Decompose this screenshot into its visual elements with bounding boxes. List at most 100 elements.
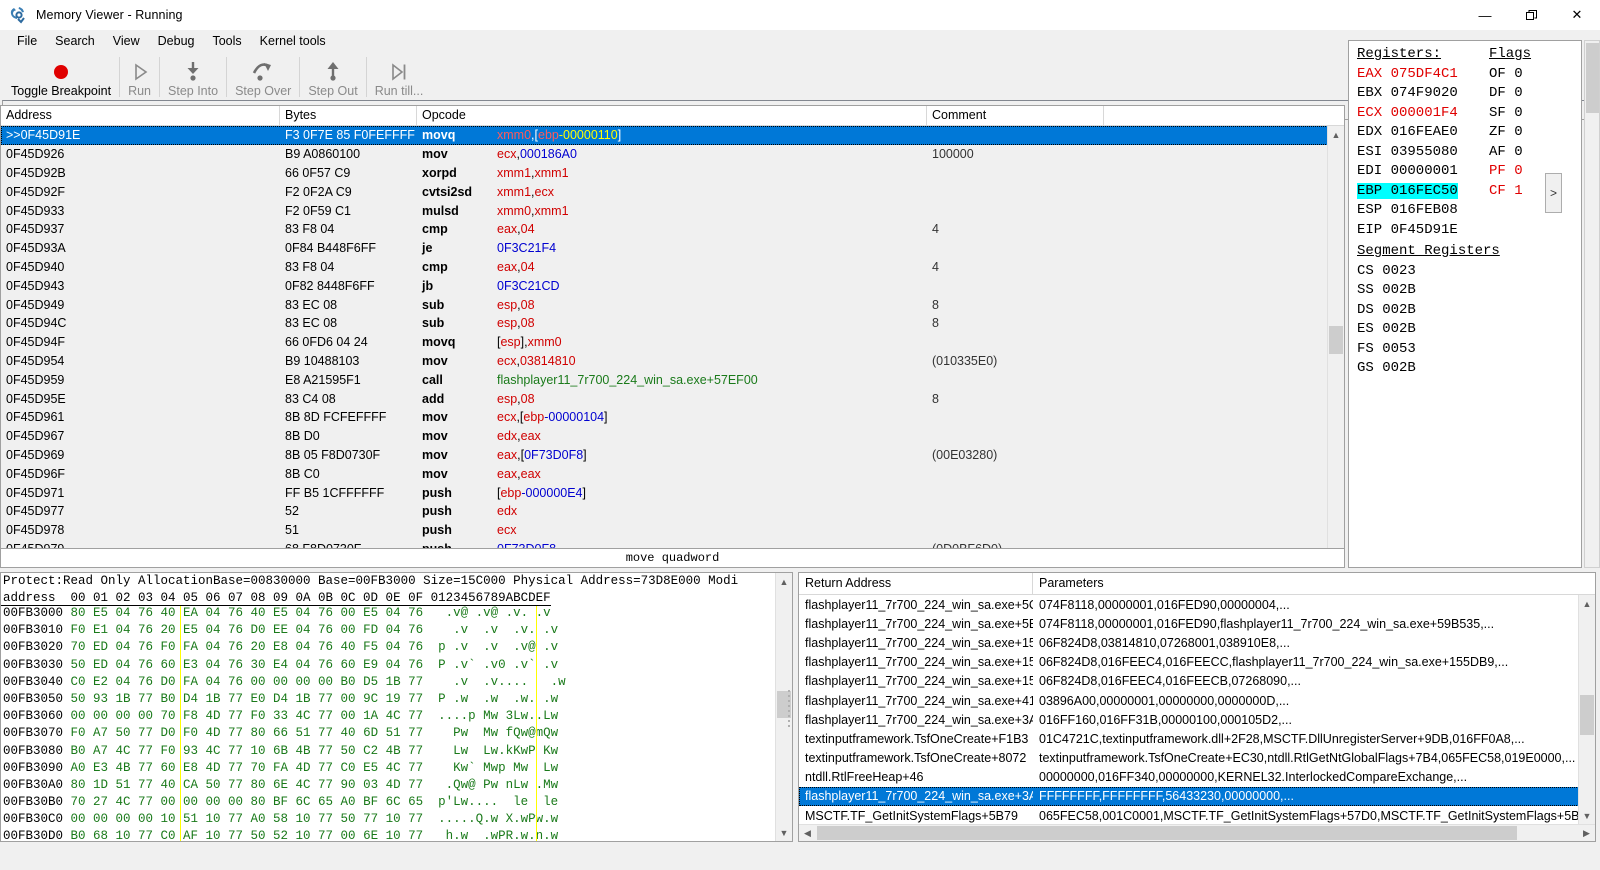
- column-header-bytes[interactable]: Bytes: [280, 106, 417, 125]
- column-header-return-address[interactable]: Return Address: [799, 573, 1033, 594]
- hexdump-row[interactable]: 00FB3020 70 ED 04 76 F0 FA 04 76 20 E8 0…: [3, 640, 792, 657]
- hexdump-row[interactable]: 00FB3080 B0 A7 4C 77 F0 93 4C 77 10 6B 4…: [3, 744, 792, 761]
- disassembly-row[interactable]: 0F45D9618B 8D FCFEFFFFmovecx,[ebp-000001…: [1, 408, 1344, 427]
- hexdump-row[interactable]: 00FB30A0 80 1D 51 77 40 CA 50 77 80 6E 4…: [3, 778, 792, 795]
- register-entry[interactable]: EBX 074F9020: [1357, 84, 1489, 104]
- segment-register-line[interactable]: SS 002B: [1357, 281, 1581, 301]
- segment-register-line[interactable]: GS 002B: [1357, 359, 1581, 379]
- stacktrace-row[interactable]: MSCTF.TF_GetInitSystemFlags+5B79065FEC58…: [799, 806, 1595, 824]
- stacktrace-row[interactable]: flashplayer11_7r700_224_win_sa.exe+15449…: [799, 653, 1595, 672]
- flag-entry[interactable]: OF 0: [1489, 65, 1523, 85]
- stacktrace-row[interactable]: textinputframework.TsfOneCreate+F1B301C4…: [799, 729, 1595, 748]
- hexdump-row[interactable]: 00FB3060 00 00 00 00 70 F8 4D 77 F0 33 4…: [3, 709, 792, 726]
- maximize-button[interactable]: [1508, 0, 1554, 30]
- register-entry[interactable]: ESP 016FEB08: [1357, 201, 1489, 221]
- disassembly-row[interactable]: 0F45D94983 EC 08subesp,088: [1, 295, 1344, 314]
- disassembly-row[interactable]: 0F45D933F2 0F59 C1mulsdxmm0,xmm1: [1, 201, 1344, 220]
- close-button[interactable]: ✕: [1554, 0, 1600, 30]
- run-till-button[interactable]: Run till...: [368, 53, 431, 99]
- disassembly-row[interactable]: 0F45D94F66 0FD6 04 24movq[esp],xmm0: [1, 333, 1344, 352]
- disassembly-row[interactable]: 0F45D971FF B5 1CFFFFFFpush[ebp-000000E4]: [1, 483, 1344, 502]
- register-entry[interactable]: ECX 000001F4: [1357, 104, 1489, 124]
- menu-tools[interactable]: Tools: [203, 32, 250, 50]
- registers-scroll-thumb[interactable]: [1586, 43, 1599, 113]
- toggle-breakpoint-button[interactable]: Toggle Breakpoint: [4, 53, 118, 99]
- run-button[interactable]: Run: [121, 53, 158, 99]
- disassembly-row[interactable]: 0F45D926B9 A0860100movecx,000186A0100000: [1, 145, 1344, 164]
- registers-expand-button[interactable]: >: [1545, 173, 1562, 213]
- hexdump-row[interactable]: 00FB30C0 00 00 00 00 10 51 10 77 A0 58 1…: [3, 812, 792, 829]
- stacktrace-hscrollbar[interactable]: ◀ ▶: [799, 824, 1595, 841]
- stacktrace-row[interactable]: flashplayer11_7r700_224_win_sa.exe+41E2E…: [799, 691, 1595, 710]
- scroll-up-icon[interactable]: ▲: [1579, 595, 1596, 612]
- disassembly-row[interactable]: 0F45D9698B 05 F8D0730Fmoveax,[0F73D0F8](…: [1, 446, 1344, 465]
- disassembly-row[interactable]: 0F45D92B66 0F57 C9xorpdxmm1,xmm1: [1, 164, 1344, 183]
- disassembly-row[interactable]: 0F45D94C83 EC 08subesp,088: [1, 314, 1344, 333]
- disassembly-row[interactable]: 0F45D93783 F8 04cmpeax,044: [1, 220, 1344, 239]
- step-out-button[interactable]: Step Out: [301, 53, 364, 99]
- disassembly-row[interactable]: >>0F45D91EF3 0F7E 85 F0FEFFFFmovqxmm0,[e…: [1, 126, 1344, 145]
- stacktrace-row[interactable]: flashplayer11_7r700_224_win_sa.exe+3A33B…: [799, 787, 1595, 806]
- segment-register-line[interactable]: CS 0023: [1357, 262, 1581, 282]
- scroll-right-icon[interactable]: ▶: [1578, 825, 1595, 842]
- scroll-up-icon[interactable]: ▲: [1328, 126, 1345, 143]
- disassembler-scrollbar[interactable]: ▲ ▼: [1327, 126, 1344, 564]
- disassembly-row[interactable]: 0F45D94083 F8 04cmpeax,044: [1, 258, 1344, 277]
- step-into-button[interactable]: Step Into: [161, 53, 225, 99]
- segment-register-line[interactable]: FS 0053: [1357, 340, 1581, 360]
- flag-entry[interactable]: CF 1: [1489, 182, 1523, 202]
- disassembly-row[interactable]: 0F45D9430F82 8448F6FFjb0F3C21CD: [1, 276, 1344, 295]
- stacktrace-row[interactable]: flashplayer11_7r700_224_win_sa.exe+155DB…: [799, 672, 1595, 691]
- hexdump-row[interactable]: 00FB30B0 70 27 4C 77 00 00 00 00 80 BF 6…: [3, 795, 792, 812]
- menu-debug[interactable]: Debug: [149, 32, 204, 50]
- flag-entry[interactable]: SF 0: [1489, 104, 1523, 124]
- register-entry[interactable]: EIP 0F45D91E: [1357, 221, 1489, 241]
- disassembly-row[interactable]: 0F45D9678B D0movedx,eax: [1, 427, 1344, 446]
- register-entry[interactable]: EBP 016FEC50: [1357, 182, 1489, 202]
- stacktrace-row[interactable]: ntdll.RtlFreeHeap+4600000000,016FF340,00…: [799, 768, 1595, 787]
- stacktrace-row[interactable]: flashplayer11_7r700_224_win_sa.exe+3A771…: [799, 710, 1595, 729]
- vertical-splitter[interactable]: [783, 572, 797, 842]
- disassembly-row[interactable]: 0F45D97752pushedx: [1, 502, 1344, 521]
- disassembly-row[interactable]: 0F45D95E83 C4 08addesp,088: [1, 389, 1344, 408]
- disassembly-row[interactable]: 0F45D954B9 10488103movecx,03814810(01033…: [1, 352, 1344, 371]
- column-header-comment[interactable]: Comment: [927, 106, 1104, 125]
- column-header-opcode[interactable]: Opcode: [417, 106, 927, 125]
- stacktrace-row[interactable]: flashplayer11_7r700_224_win_sa.exe+5E9FC…: [799, 614, 1595, 633]
- flag-entry[interactable]: PF 0: [1489, 162, 1523, 182]
- disassembly-row[interactable]: 0F45D96F8B C0moveax,eax: [1, 464, 1344, 483]
- hexdump-row[interactable]: 00FB3000 80 E5 04 76 40 EA 04 76 40 E5 0…: [3, 606, 792, 623]
- stacktrace-row[interactable]: flashplayer11_7r700_224_win_sa.exe+155FB…: [799, 633, 1595, 652]
- segment-register-line[interactable]: ES 002B: [1357, 320, 1581, 340]
- scroll-thumb[interactable]: [1329, 326, 1343, 354]
- hexdump-row[interactable]: 00FB3030 50 ED 04 76 60 E3 04 76 30 E4 0…: [3, 658, 792, 675]
- menu-search[interactable]: Search: [46, 32, 104, 50]
- menu-kernel-tools[interactable]: Kernel tools: [251, 32, 335, 50]
- stacktrace-scrollbar[interactable]: ▲ ▼: [1578, 595, 1595, 824]
- disassembly-row[interactable]: 0F45D93A0F84 B448F6FFje0F3C21F4: [1, 239, 1344, 258]
- step-over-button[interactable]: Step Over: [228, 53, 298, 99]
- registers-scrollbar[interactable]: [1584, 40, 1600, 568]
- hexdump-row[interactable]: 00FB3050 50 93 1B 77 B0 D4 1B 77 E0 D4 1…: [3, 692, 792, 709]
- register-entry[interactable]: EAX 075DF4C1: [1357, 65, 1489, 85]
- hexdump-row[interactable]: 00FB3070 F0 A7 50 77 D0 F0 4D 77 80 66 5…: [3, 726, 792, 743]
- hexdump-row[interactable]: 00FB30D0 B0 68 10 77 C0 AF 10 77 50 52 1…: [3, 829, 792, 842]
- menu-file[interactable]: File: [8, 32, 46, 50]
- register-entry[interactable]: EDX 016FEAE0: [1357, 123, 1489, 143]
- hscroll-thumb[interactable]: [817, 826, 1517, 840]
- scroll-down-icon[interactable]: ▼: [1579, 807, 1596, 824]
- flag-entry[interactable]: AF 0: [1489, 143, 1523, 163]
- flag-entry[interactable]: ZF 0: [1489, 123, 1523, 143]
- disassembly-row[interactable]: 0F45D97851pushecx: [1, 521, 1344, 540]
- scroll-left-icon[interactable]: ◀: [799, 825, 816, 842]
- hexdump-row[interactable]: 00FB3040 C0 E2 04 76 D0 FA 04 76 00 00 0…: [3, 675, 792, 692]
- hexdump-row[interactable]: 00FB3010 F0 E1 04 76 20 E5 04 76 D0 EE 0…: [3, 623, 792, 640]
- scroll-thumb[interactable]: [1580, 695, 1594, 735]
- menu-view[interactable]: View: [104, 32, 149, 50]
- register-entry[interactable]: EDI 00000001: [1357, 162, 1489, 182]
- stacktrace-row[interactable]: flashplayer11_7r700_224_win_sa.exe+5C106…: [799, 595, 1595, 614]
- segment-register-line[interactable]: DS 002B: [1357, 301, 1581, 321]
- column-header-address[interactable]: Address: [1, 106, 280, 125]
- hexdump-row[interactable]: 00FB3090 A0 E3 4B 77 60 E8 4D 77 70 FA 4…: [3, 761, 792, 778]
- flag-entry[interactable]: DF 0: [1489, 84, 1523, 104]
